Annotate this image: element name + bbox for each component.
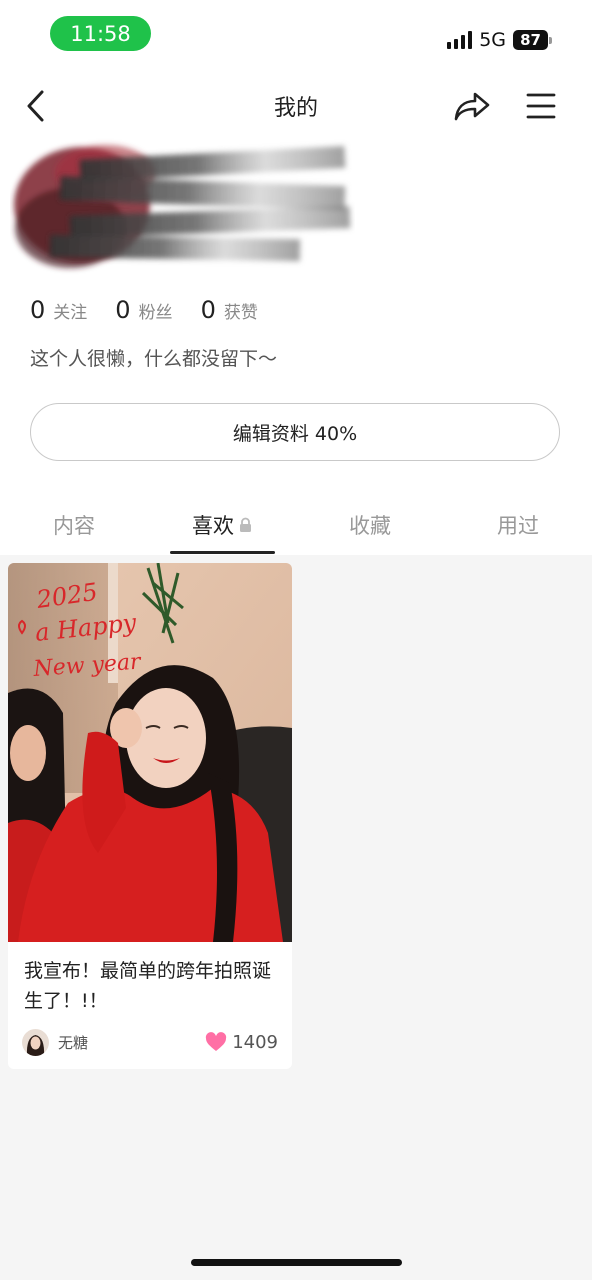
status-indicators: 5G 87 [447,27,552,53]
tab-used[interactable]: 用过 [444,510,592,540]
tab-label: 喜欢 [192,514,234,538]
network-type: 5G [479,29,506,51]
like-button[interactable]: 1409 [205,1032,278,1053]
stat-label: 关注 [53,303,88,323]
tab-content[interactable]: 内容 [0,510,148,540]
post-title: 我宣布！最简单的跨年拍照诞生了！!！ [24,960,272,1012]
stat-likes-received[interactable]: 0 获赞 [201,296,258,324]
stat-value: 0 [30,296,46,324]
stat-label: 获赞 [223,303,258,323]
tab-label: 收藏 [349,514,391,538]
edit-profile-button[interactable]: 编辑资料 40% [30,403,560,461]
lock-icon [240,517,251,532]
status-time: 11:58 [50,16,151,51]
hamburger-menu-icon[interactable] [525,91,557,121]
tab-likes[interactable]: 喜欢 [148,510,296,540]
battery-level: 87 [513,30,548,50]
stat-value: 0 [115,296,131,324]
share-icon[interactable] [453,90,491,122]
heart-icon [206,1032,227,1051]
stat-followers[interactable]: 0 粉丝 [115,296,172,324]
profile-bio: 这个人很懒，什么都没留下～ [30,348,278,370]
like-count: 1409 [232,1031,278,1053]
active-tab-indicator [170,551,275,554]
post-footer: 无糖 1409 [22,1027,278,1057]
battery-icon: 87 [513,30,552,50]
profile-stats: 0 关注 0 粉丝 0 获赞 [30,296,258,324]
feed-card[interactable]: 2025 a Happy New year 我宣布！最简单的跨年拍照诞生了！!！… [8,563,292,1069]
stat-label: 粉丝 [138,303,173,323]
redacted-profile-scribble [14,145,351,268]
stat-following[interactable]: 0 关注 [30,296,87,324]
tab-label: 用过 [497,514,539,538]
author-name: 无糖 [58,1033,89,1052]
page-title: 我的 [273,96,318,121]
signal-icon [447,31,473,49]
author-avatar [22,1028,49,1056]
stat-value: 0 [200,296,216,324]
tab-label: 内容 [53,514,95,538]
post-author[interactable]: 无糖 [22,1028,89,1056]
home-indicator[interactable] [191,1259,402,1266]
post-cover-photo: 2025 a Happy New year [8,563,292,942]
tab-favorites[interactable]: 收藏 [296,510,444,540]
